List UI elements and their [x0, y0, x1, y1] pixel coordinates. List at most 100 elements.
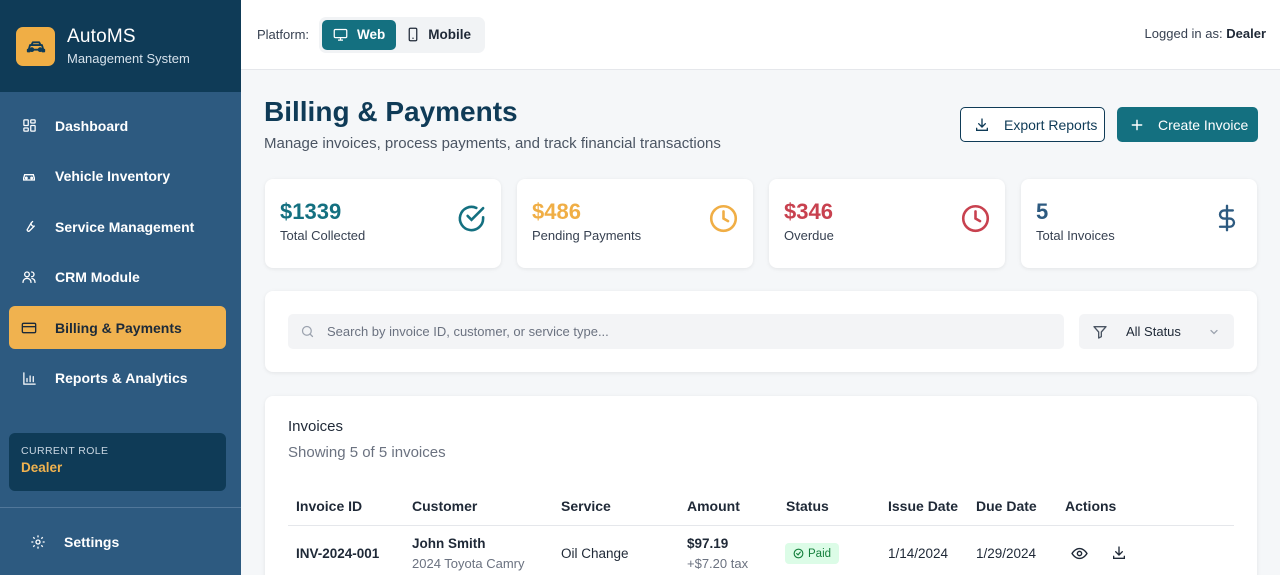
- grid-icon: [21, 118, 37, 134]
- search-box: [288, 314, 1064, 349]
- car-icon: [21, 168, 37, 184]
- chevron-down-icon: [1208, 326, 1220, 338]
- invoice-id: INV-2024-001: [296, 546, 380, 561]
- stat-value: $346: [784, 199, 833, 224]
- export-reports-label: Export Reports: [1004, 116, 1098, 133]
- credit-card-icon: [21, 320, 37, 336]
- clock-icon: [959, 202, 991, 234]
- platform-mobile-button[interactable]: Mobile: [396, 20, 482, 50]
- sidebar-item-label: Dashboard: [55, 117, 129, 134]
- column-header-invoice-id: Invoice ID: [296, 498, 363, 514]
- view-invoice-button[interactable]: [1071, 545, 1088, 562]
- sidebar-item-billing-payments[interactable]: Billing & Payments: [9, 306, 226, 349]
- sidebar-item-settings[interactable]: Settings: [18, 520, 235, 563]
- export-reports-button[interactable]: Export Reports: [960, 107, 1105, 142]
- sidebar-item-label: Settings: [64, 533, 120, 550]
- stat-value: $486: [532, 199, 581, 224]
- sidebar-item-crm-module[interactable]: CRM Module: [9, 256, 226, 299]
- role-value: Dealer: [21, 460, 63, 475]
- page-subtitle: Manage invoices, process payments, and t…: [264, 135, 721, 152]
- sidebar-item-label: Billing & Payments: [55, 319, 182, 336]
- sidebar-item-label: Vehicle Inventory: [55, 168, 171, 184]
- sidebar-nav: Dashboard Vehicle Inventory Service Mana…: [0, 92, 241, 400]
- current-role-box: CURRENT ROLE Dealer: [9, 433, 226, 491]
- stat-card-total-invoices: 5 Total Invoices: [1021, 179, 1257, 268]
- stat-card-total-collected: $1339 Total Collected: [265, 179, 501, 268]
- customer-name: John Smith: [412, 536, 486, 551]
- sidebar-item-reports-analytics[interactable]: Reports & Analytics: [9, 357, 226, 400]
- create-invoice-label: Create Invoice: [1158, 116, 1249, 133]
- plus-icon: [1130, 118, 1144, 132]
- top-bar: Platform: Web Mobile Logged in as: Deale…: [241, 0, 1280, 70]
- app-subtitle: Management System: [67, 51, 190, 66]
- stat-card-overdue: $346 Overdue: [769, 179, 1005, 268]
- create-invoice-button[interactable]: Create Invoice: [1117, 107, 1258, 142]
- issue-date: 1/14/2024: [888, 546, 949, 561]
- app-name: AutoMS: [67, 26, 136, 47]
- stat-label: Pending Payments: [532, 228, 642, 243]
- platform-label: Platform:: [257, 27, 310, 42]
- column-header-status: Status: [786, 498, 829, 514]
- car-logo-icon: [16, 26, 55, 66]
- download-invoice-button[interactable]: [1111, 545, 1127, 561]
- sidebar-divider: [0, 507, 241, 508]
- search-filter-panel: All Status: [265, 291, 1257, 372]
- stat-card-pending-payments: $486 Pending Payments: [517, 179, 753, 268]
- invoice-tax: +$7.20 tax: [687, 556, 749, 571]
- search-input[interactable]: [327, 324, 1027, 339]
- monitor-icon: [333, 27, 348, 42]
- column-header-due-date: Due Date: [976, 498, 1037, 514]
- logged-in-prefix: Logged in as:: [1144, 26, 1223, 41]
- brand-header: AutoMS Management System: [0, 0, 241, 92]
- download-icon: [974, 117, 990, 133]
- invoices-title: Invoices: [288, 418, 344, 435]
- invoice-amount: $97.19: [687, 536, 729, 551]
- column-header-issue-date: Issue Date: [888, 498, 959, 514]
- customer-vehicle: 2024 Toyota Camry: [412, 556, 525, 571]
- check-circle-icon: [455, 202, 487, 234]
- status-text: Paid: [808, 547, 832, 560]
- column-header-amount: Amount: [687, 498, 740, 514]
- invoices-count: Showing 5 of 5 invoices: [288, 444, 446, 461]
- platform-mobile-label: Mobile: [428, 27, 472, 42]
- sidebar: AutoMS Management System Dashboard Vehic…: [0, 0, 241, 575]
- clock-icon: [707, 202, 739, 234]
- wrench-icon: [21, 219, 37, 235]
- stat-label: Total Collected: [280, 228, 366, 243]
- page-title: Billing & Payments: [264, 96, 518, 127]
- logged-in-user: Dealer: [1226, 26, 1266, 41]
- stat-value: $1339: [280, 199, 342, 224]
- column-header-customer: Customer: [412, 498, 478, 514]
- sidebar-item-dashboard[interactable]: Dashboard: [9, 104, 226, 147]
- logged-in-info: Logged in as: Dealer: [1145, 26, 1266, 41]
- download-icon: [1111, 545, 1127, 561]
- table-header-divider: [288, 525, 1234, 526]
- gear-icon: [30, 534, 46, 550]
- eye-icon: [1071, 545, 1088, 562]
- stat-value: 5: [1036, 199, 1049, 224]
- platform-web-button[interactable]: Web: [322, 19, 397, 50]
- stat-label: Total Invoices: [1036, 228, 1115, 243]
- users-icon: [21, 269, 37, 285]
- due-date: 1/29/2024: [976, 546, 1037, 561]
- column-header-service: Service: [561, 498, 611, 514]
- column-header-actions: Actions: [1065, 498, 1117, 514]
- platform-web-label: Web: [357, 27, 386, 42]
- sidebar-item-service-management[interactable]: Service Management: [9, 205, 226, 248]
- sidebar-item-label: CRM Module: [55, 269, 140, 285]
- check-circle-icon: [793, 548, 804, 559]
- invoices-panel: Invoices Showing 5 of 5 invoices Invoice…: [265, 396, 1257, 575]
- status-badge: Paid: [785, 543, 840, 564]
- search-icon: [300, 324, 315, 339]
- sidebar-item-label: Service Management: [55, 218, 195, 235]
- smartphone-icon: [407, 27, 419, 42]
- stat-label: Overdue: [784, 228, 834, 243]
- bar-chart-icon: [21, 370, 37, 386]
- role-label: CURRENT ROLE: [21, 445, 109, 457]
- status-filter-value: All Status: [1126, 324, 1181, 339]
- sidebar-item-label: Reports & Analytics: [55, 370, 188, 386]
- status-filter-select[interactable]: All Status: [1079, 314, 1234, 349]
- filter-icon: [1092, 324, 1108, 340]
- sidebar-item-vehicle-inventory[interactable]: Vehicle Inventory: [9, 155, 226, 198]
- service-type: Oil Change: [561, 546, 629, 561]
